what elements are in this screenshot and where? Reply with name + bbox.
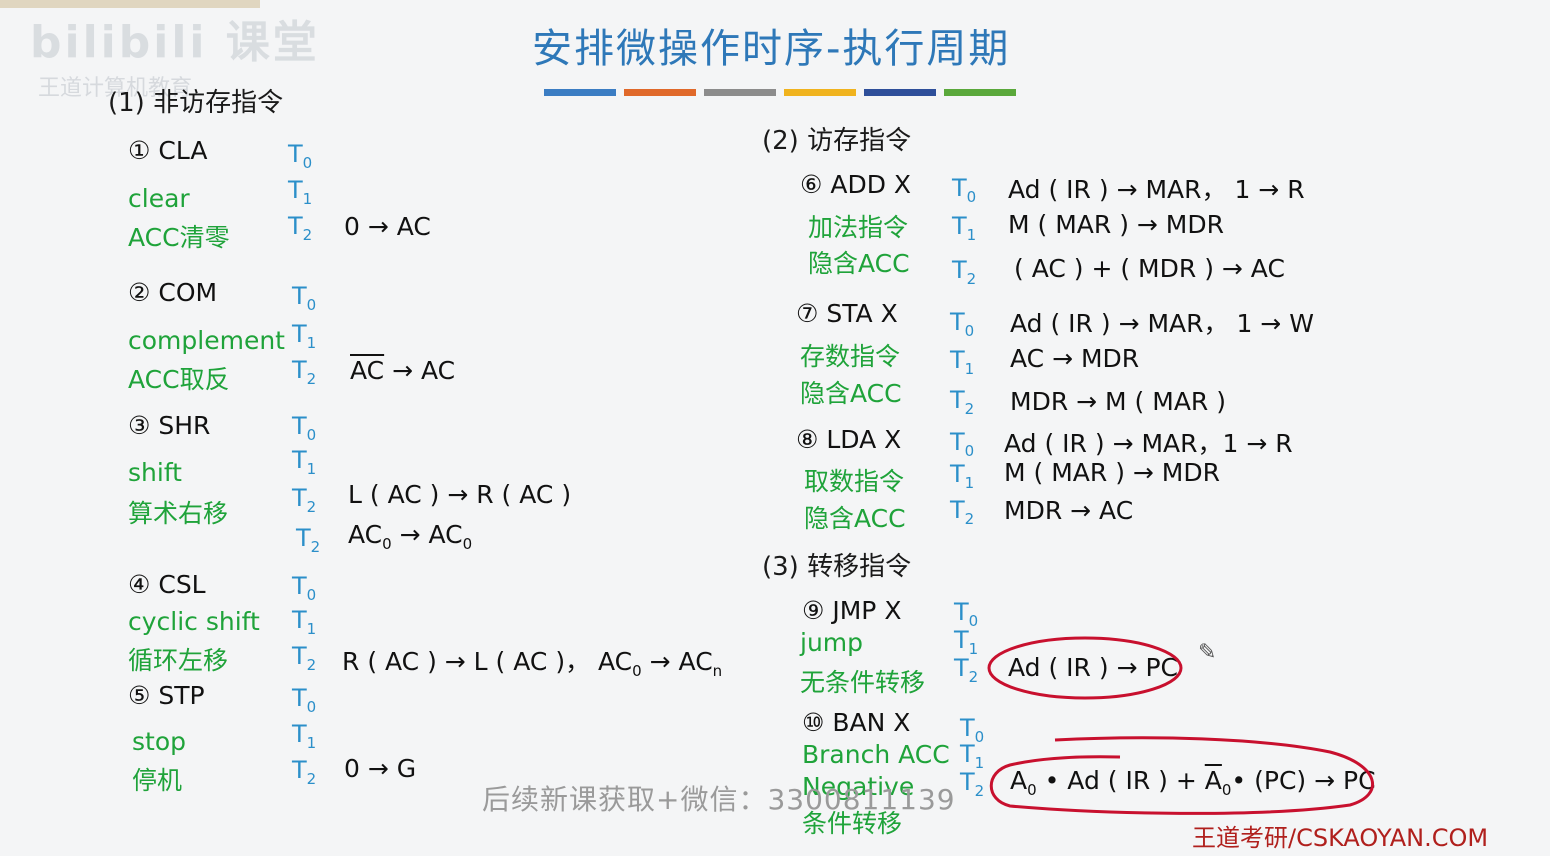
circle-ban-op [989, 736, 1374, 815]
footer-brand: 王道考研/CSKAOYAN.COM [1192, 824, 1489, 852]
pencil-icon[interactable]: ✎ [1198, 640, 1216, 665]
circle-jmp-op [987, 636, 1183, 700]
red-ink-annotations [987, 636, 1374, 815]
overlay-promo-text: 后续新课获取+微信：3300811139 [482, 783, 956, 816]
